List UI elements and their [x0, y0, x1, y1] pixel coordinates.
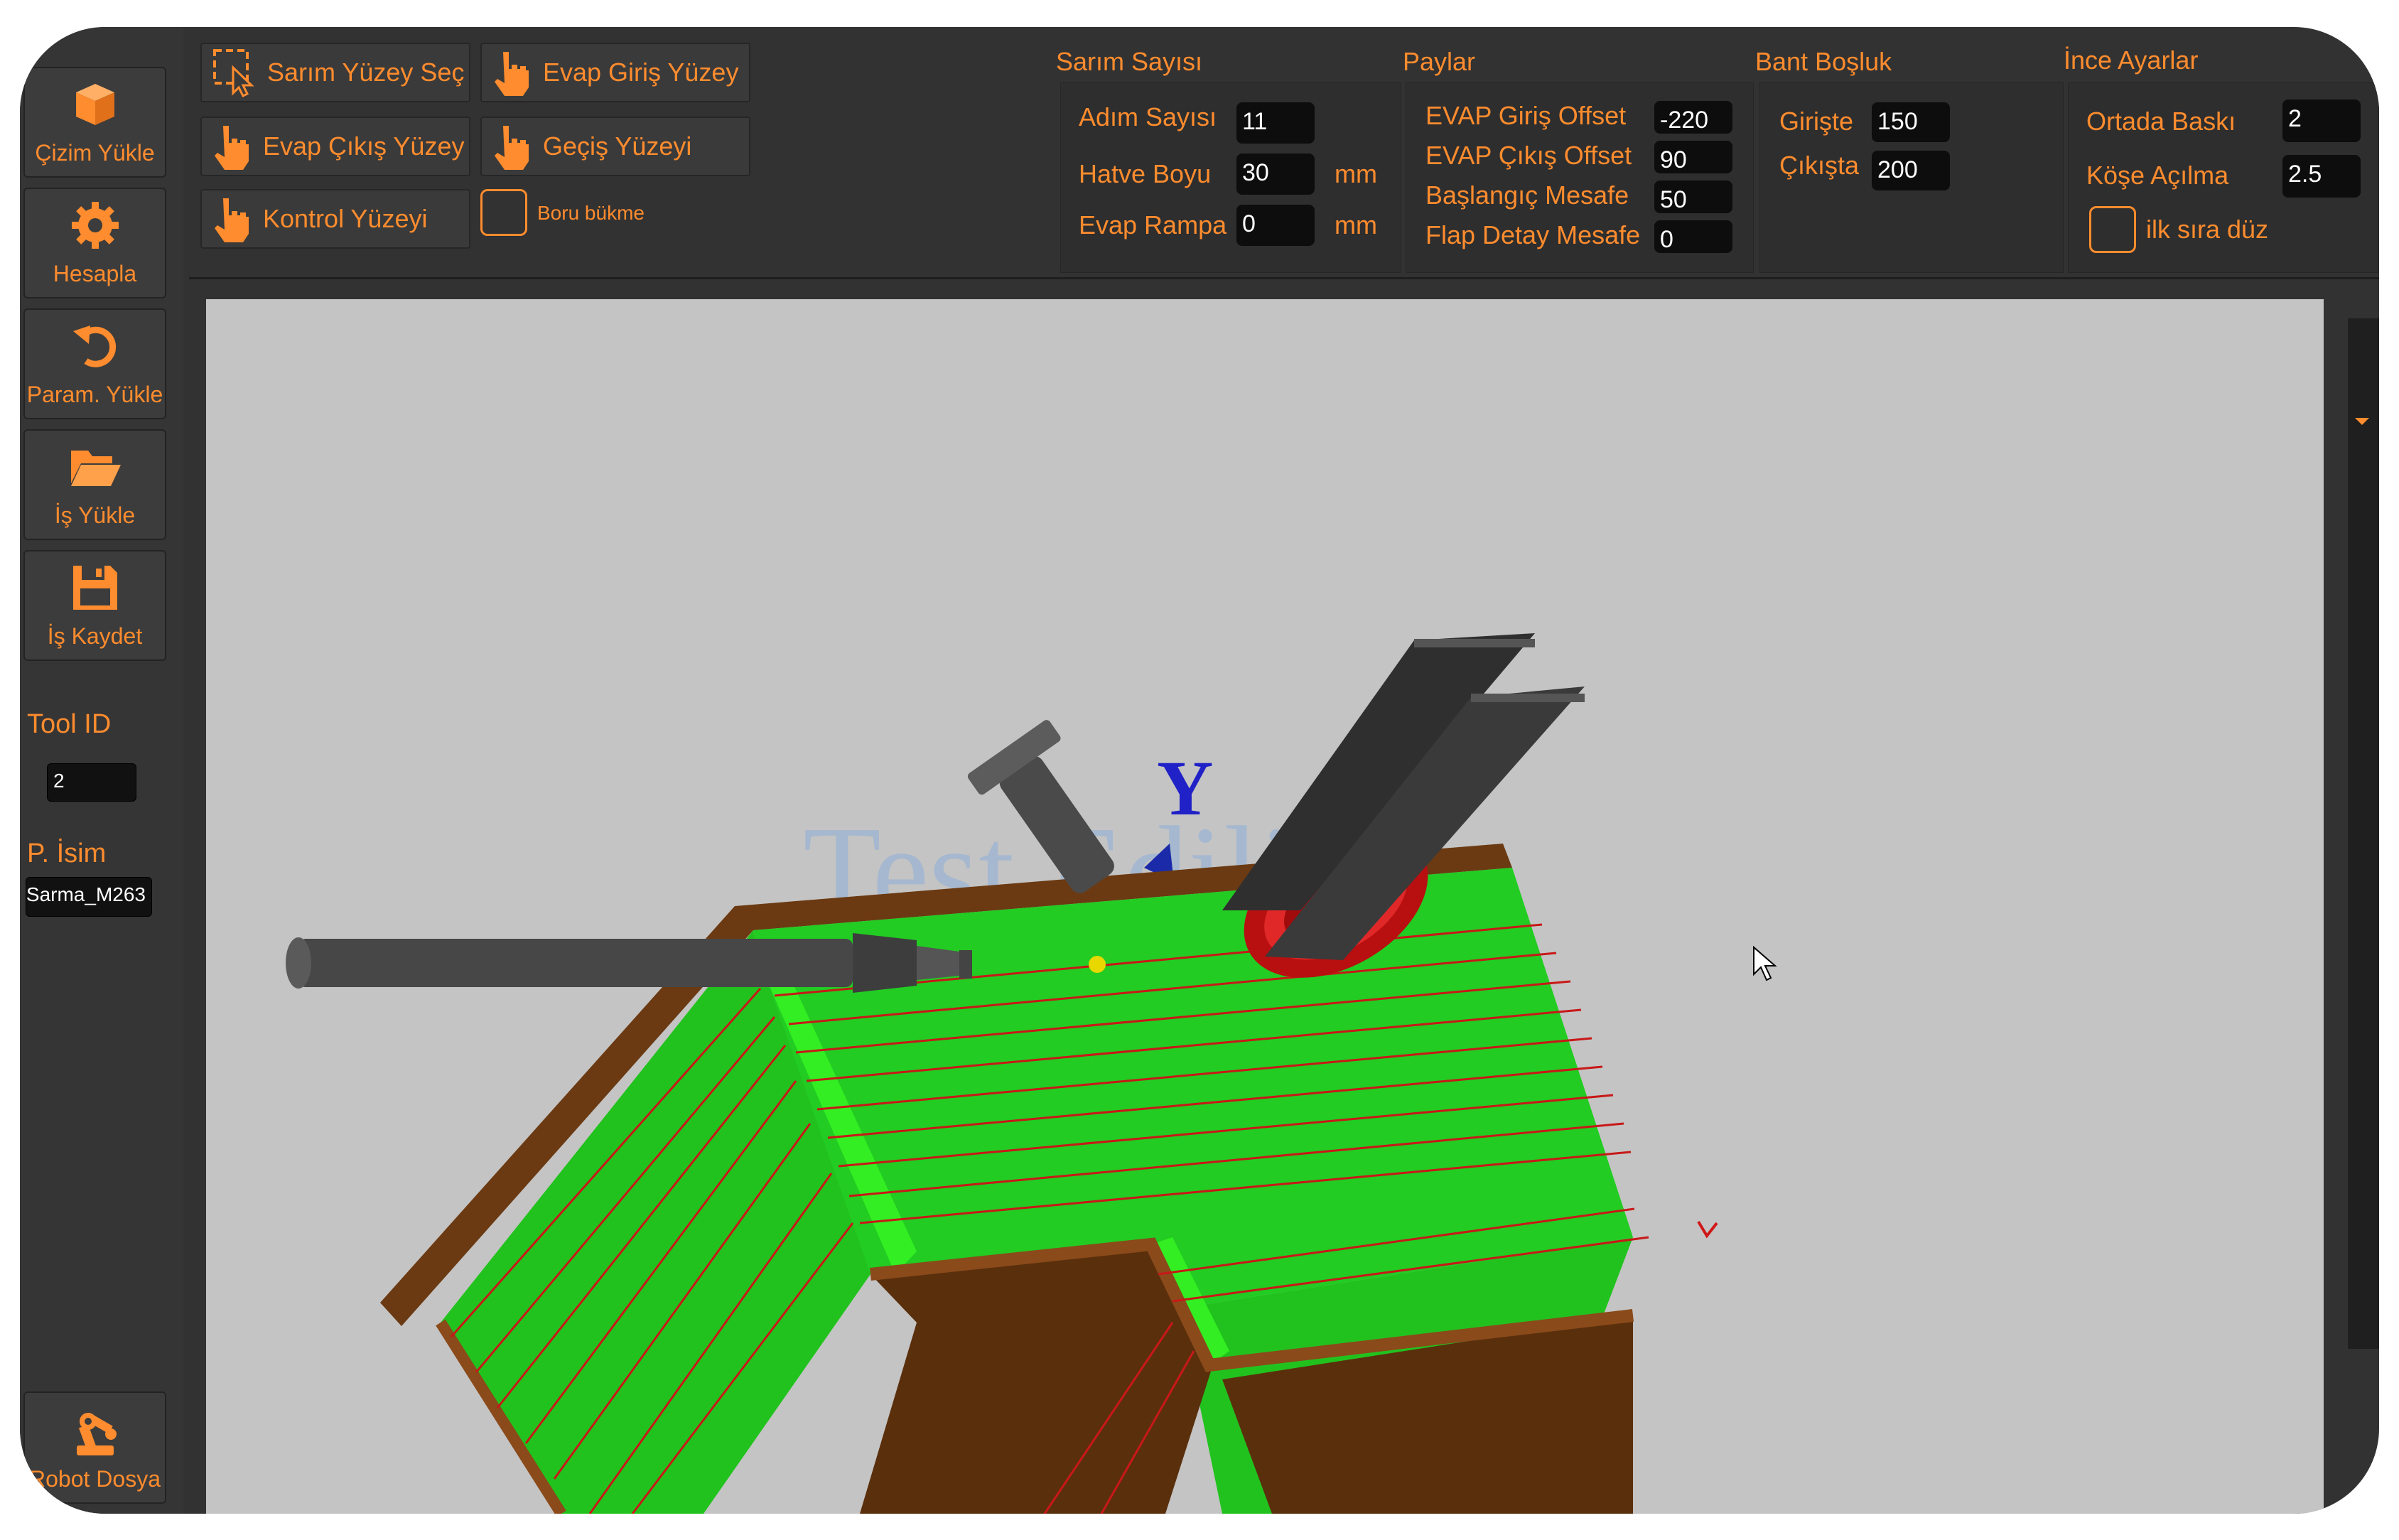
ortada-baski-label: Ortada Baskı: [2086, 107, 2236, 136]
flap-detay-mesafe-label: Flap Detay Mesafe: [1425, 220, 1641, 249]
is-kaydet-button[interactable]: İş Kaydet: [23, 550, 166, 661]
undo-icon: [72, 325, 116, 367]
select-region-icon: [213, 49, 254, 97]
ince-group-title: İnce Ayarlar: [2064, 45, 2199, 75]
hand-pointer-icon: [495, 126, 529, 170]
p-isim-field[interactable]: Sarma_M263: [26, 877, 152, 917]
evap-giris-yuzey-button[interactable]: Evap Giriş Yüzey: [480, 43, 750, 102]
sidebar-label: Param. Yükle: [26, 382, 163, 407]
evap-cikis-offset-field[interactable]: 90: [1654, 141, 1732, 173]
kose-acilma-label: Köşe Açılma: [2086, 161, 2229, 190]
y-axis-label: Y: [1157, 745, 1213, 831]
mouse-cursor-icon: [1753, 945, 1777, 981]
button-label: Geçiş Yüzeyi: [543, 131, 692, 161]
button-label: Kontrol Yüzeyi: [263, 204, 428, 233]
hatve-boyu-field[interactable]: 30: [1236, 154, 1315, 195]
cikista-field[interactable]: 200: [1872, 151, 1950, 190]
giriste-field[interactable]: 150: [1872, 102, 1950, 142]
sidebar-label: İş Kaydet: [47, 623, 143, 649]
button-label: Evap Giriş Yüzey: [543, 58, 739, 87]
ilk-sira-duz-checkbox[interactable]: [2089, 206, 2136, 253]
kose-acilma-field[interactable]: 2.5: [2282, 155, 2361, 198]
sarim-yuzey-sec-button[interactable]: Sarım Yüzey Seç: [200, 43, 470, 102]
start-point-marker: [1089, 956, 1106, 973]
sarim-group-title: Sarım Sayısı: [1056, 47, 1203, 76]
sidebar: Çizim Yükle Hesapla Param. Yükle İş Yükl…: [20, 27, 183, 1514]
tool-id-label: Tool ID: [27, 709, 112, 739]
evap-rampa-unit: mm: [1335, 210, 1377, 239]
flap-detay-mesafe-field[interactable]: 0: [1654, 220, 1732, 253]
sidebar-label: İş Yükle: [54, 502, 136, 528]
sidebar-label: Hesapla: [53, 261, 137, 286]
hatve-boyu-unit: mm: [1335, 159, 1377, 188]
3d-viewport[interactable]: Test Edilir Y: [206, 299, 2324, 1514]
sidebar-label: Robot Dosya: [29, 1466, 161, 1492]
3d-scene: Test Edilir Y: [286, 633, 1777, 1514]
adim-sayisi-field[interactable]: 11: [1236, 102, 1315, 144]
evap-cikis-offset-label: EVAP Çıkış Offset: [1425, 141, 1632, 170]
robot-arm-icon: [76, 1413, 117, 1455]
button-label: Evap Çıkış Yüzey: [263, 131, 465, 161]
baslangic-mesafe-field[interactable]: 50: [1654, 181, 1732, 213]
paylar-group-title: Paylar: [1403, 47, 1476, 76]
cutout-interior: [860, 1244, 1215, 1514]
is-yukle-button[interactable]: İş Yükle: [23, 429, 166, 540]
hesapla-button[interactable]: Hesapla: [23, 188, 166, 298]
toolbar-divider: [189, 277, 2379, 279]
cizim-yukle-button[interactable]: Çizim Yükle: [23, 67, 166, 178]
ilk-sira-duz-label: ilk sıra düz: [2146, 215, 2269, 244]
kontrol-yuzeyi-button[interactable]: Kontrol Yüzeyi: [200, 189, 470, 249]
hand-pointer-icon: [215, 198, 249, 242]
button-label: Sarım Yüzey Seç: [267, 58, 465, 87]
evap-cikis-yuzey-button[interactable]: Evap Çıkış Yüzey: [200, 117, 470, 176]
dropdown-arrow-icon[interactable]: [2355, 418, 2369, 425]
ortada-baski-field[interactable]: 2: [2282, 99, 2361, 142]
bant-group-title: Bant Boşluk: [1755, 47, 1892, 76]
app-window: Çizim Yükle Hesapla Param. Yükle İş Yükl…: [20, 27, 2379, 1514]
evap-giris-offset-label: EVAP Giriş Offset: [1425, 101, 1627, 130]
nozzle-tool: [286, 933, 972, 993]
evap-rampa-field[interactable]: 0: [1236, 205, 1315, 246]
evap-giris-offset-field[interactable]: -220: [1654, 101, 1732, 134]
sidebar-label: Çizim Yükle: [35, 140, 155, 166]
baslangic-mesafe-label: Başlangıç Mesafe: [1425, 181, 1629, 210]
save-icon: [72, 566, 117, 610]
gear-icon: [71, 202, 119, 249]
hand-pointer-icon: [495, 52, 529, 96]
hatve-boyu-label: Hatve Boyu: [1079, 159, 1212, 188]
boru-bukme-checkbox[interactable]: [480, 189, 527, 236]
marker-check: [1697, 1220, 1718, 1239]
giriste-label: Girişte: [1779, 107, 1854, 136]
param-yukle-button[interactable]: Param. Yükle: [23, 308, 166, 419]
box-icon: [75, 84, 114, 125]
boru-bukme-label: Boru bükme: [537, 202, 645, 224]
p-isim-label: P. İsim: [27, 839, 107, 868]
hand-pointer-icon: [215, 126, 249, 170]
evap-rampa-label: Evap Rampa: [1079, 210, 1227, 239]
folder-open-icon: [70, 451, 121, 486]
right-side-panel[interactable]: [2348, 318, 2379, 1349]
cikista-label: Çıkışta: [1779, 151, 1860, 180]
adim-sayisi-label: Adım Sayısı: [1079, 102, 1217, 131]
tool-id-field[interactable]: 2: [47, 763, 136, 802]
gecis-yuzeyi-button[interactable]: Geçiş Yüzeyi: [480, 117, 750, 176]
robot-dosya-button[interactable]: Robot Dosya: [23, 1391, 166, 1504]
